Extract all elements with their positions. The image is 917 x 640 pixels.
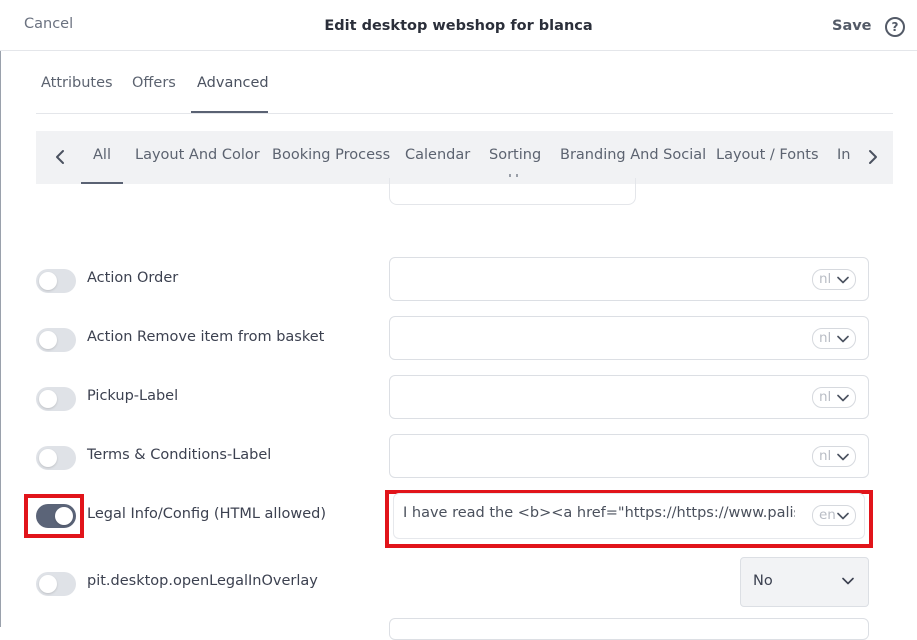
select-open-legal-overlay[interactable]: No: [740, 557, 869, 607]
toggle-terms-label[interactable]: [36, 446, 76, 470]
toggle-action-order[interactable]: [36, 269, 76, 293]
chevron-down-icon: [837, 394, 849, 402]
main-tabs: Attributes Offers Advanced: [36, 60, 893, 114]
subtab-layout-fonts[interactable]: Layout / Fonts: [716, 147, 819, 163]
toggle-action-remove-item[interactable]: [36, 328, 76, 352]
legal-info-value[interactable]: I have read the <b><a href="https://http…: [403, 505, 795, 521]
row-label-action-order: Action Order: [87, 270, 179, 286]
scrolled-field[interactable]: [389, 174, 636, 205]
language-code: nl: [819, 330, 832, 346]
chevron-down-icon: [837, 276, 849, 284]
subtab-all[interactable]: All: [93, 147, 111, 163]
row-label-legal-info: Legal Info/Config (HTML allowed): [87, 506, 327, 522]
toggle-knob: [39, 449, 57, 467]
language-select[interactable]: nl: [812, 269, 856, 290]
toggle-knob: [39, 575, 57, 593]
header: Cancel Edit desktop webshop for blanca S…: [0, 0, 917, 51]
toggle-knob: [39, 390, 57, 408]
input-terms-label[interactable]: nl: [389, 434, 869, 478]
tab-attributes[interactable]: Attributes: [41, 75, 113, 91]
toggle-open-legal-overlay[interactable]: [36, 572, 76, 596]
subtab-in[interactable]: In: [837, 147, 850, 163]
save-button[interactable]: Save: [832, 18, 872, 34]
input-action-order[interactable]: nl: [389, 257, 869, 301]
input-legal-info[interactable]: I have read the <b><a href="https://http…: [393, 493, 865, 539]
active-subtab-indicator: [81, 182, 123, 184]
language-select[interactable]: nl: [812, 446, 856, 467]
tab-offers[interactable]: Offers: [132, 75, 176, 91]
chevron-down-icon: [842, 577, 854, 585]
language-select[interactable]: nl: [812, 387, 856, 408]
input-action-remove-item[interactable]: nl: [389, 316, 869, 360]
select-value: No: [753, 573, 773, 589]
chevron-right-icon[interactable]: [863, 148, 881, 166]
page-title: Edit desktop webshop for blanca: [324, 18, 593, 34]
chevron-down-icon: [837, 512, 849, 520]
row-label-action-remove-item: Action Remove item from basket: [87, 329, 325, 345]
chevron-down-icon: [837, 335, 849, 343]
next-field[interactable]: [389, 618, 869, 640]
language-code: nl: [819, 271, 832, 287]
subtab-calendar[interactable]: Calendar: [405, 147, 470, 163]
language-code: en: [819, 507, 836, 523]
chevron-down-icon: [837, 453, 849, 461]
language-code: nl: [819, 389, 832, 405]
toggle-pickup-label[interactable]: [36, 387, 76, 411]
help-circle-icon[interactable]: ?: [885, 17, 905, 37]
chevron-left-icon[interactable]: [52, 148, 70, 166]
subtab-layout-and-color[interactable]: Layout And Color: [135, 147, 260, 163]
active-tab-indicator: [191, 111, 268, 113]
row-label-pickup-label: Pickup-Label: [87, 388, 179, 404]
language-select[interactable]: nl: [812, 328, 856, 349]
toggle-knob: [39, 272, 57, 290]
language-code: nl: [819, 448, 832, 464]
tab-advanced[interactable]: Advanced: [197, 75, 269, 91]
row-label-open-legal-overlay: pit.desktop.openLegalInOverlay: [87, 573, 318, 589]
text-fragment: [509, 174, 518, 177]
toggle-knob: [55, 507, 73, 525]
row-label-terms-label: Terms & Conditions-Label: [87, 447, 272, 463]
input-pickup-label[interactable]: nl: [389, 375, 869, 419]
category-tabs: All Layout And Color Booking Process Cal…: [36, 131, 893, 184]
toggle-knob: [39, 331, 57, 349]
toggle-legal-info[interactable]: [36, 504, 76, 528]
subtab-sorting[interactable]: Sorting: [489, 147, 541, 163]
language-select[interactable]: en: [812, 505, 856, 526]
subtab-branding-and-social[interactable]: Branding And Social: [560, 147, 706, 163]
subtab-booking-process[interactable]: Booking Process: [272, 147, 390, 163]
window-edge: [0, 0, 1, 627]
